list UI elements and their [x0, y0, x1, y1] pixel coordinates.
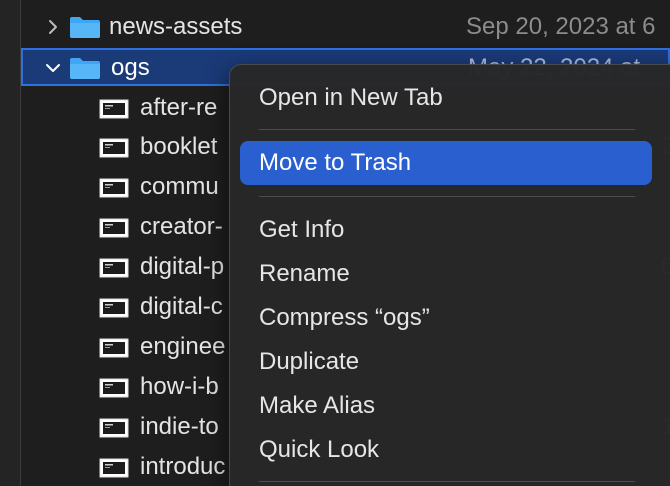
- finder-window: news-assets Sep 20, 2023 at 6 ogs May 22…: [0, 0, 670, 486]
- file-name: news-assets: [109, 13, 243, 40]
- file-name: enginee: [140, 333, 226, 360]
- menu-item-quick-look[interactable]: Quick Look: [240, 428, 652, 472]
- file-name: indie-to: [140, 413, 219, 440]
- document-icon: [99, 377, 129, 398]
- document-icon: [99, 257, 129, 278]
- file-name: creator-: [140, 213, 223, 240]
- document-icon: [99, 297, 129, 318]
- menu-item-duplicate[interactable]: Duplicate: [240, 340, 652, 384]
- document-icon: [99, 177, 129, 198]
- document-icon: [99, 457, 129, 478]
- table-row[interactable]: news-assets Sep 20, 2023 at 6: [21, 7, 670, 47]
- document-icon: [99, 137, 129, 158]
- document-icon: [99, 337, 129, 358]
- file-name: booklet: [140, 133, 218, 160]
- menu-separator: [259, 129, 635, 130]
- menu-item-rename[interactable]: Rename: [240, 252, 652, 296]
- chevron-down-icon[interactable]: [45, 48, 61, 88]
- file-name: ogs: [111, 54, 150, 81]
- folder-icon: [69, 56, 101, 80]
- file-name: after-re: [140, 94, 218, 121]
- context-menu: Open in New Tab Move to Trash Get Info R…: [229, 64, 670, 486]
- menu-item-get-info[interactable]: Get Info: [240, 208, 652, 252]
- menu-separator: [259, 196, 635, 197]
- date-modified: Sep 20, 2023 at 6: [466, 13, 656, 40]
- folder-icon: [69, 15, 101, 39]
- menu-item-move-to-trash[interactable]: Move to Trash: [240, 141, 652, 185]
- file-name: digital-p: [140, 253, 225, 280]
- menu-item-compress[interactable]: Compress “ogs”: [240, 296, 652, 340]
- chevron-right-icon[interactable]: [45, 7, 61, 47]
- file-name: how-i-b: [140, 373, 219, 400]
- menu-item-open-in-new-tab[interactable]: Open in New Tab: [240, 76, 652, 120]
- file-name: commu: [140, 173, 219, 200]
- document-icon: [99, 217, 129, 238]
- document-icon: [99, 417, 129, 438]
- menu-item-make-alias[interactable]: Make Alias: [240, 384, 652, 428]
- file-name: introduc: [140, 453, 226, 480]
- document-icon: [99, 98, 129, 119]
- sidebar-edge: [0, 0, 21, 486]
- file-name: digital-c: [140, 293, 223, 320]
- menu-separator: [259, 481, 635, 482]
